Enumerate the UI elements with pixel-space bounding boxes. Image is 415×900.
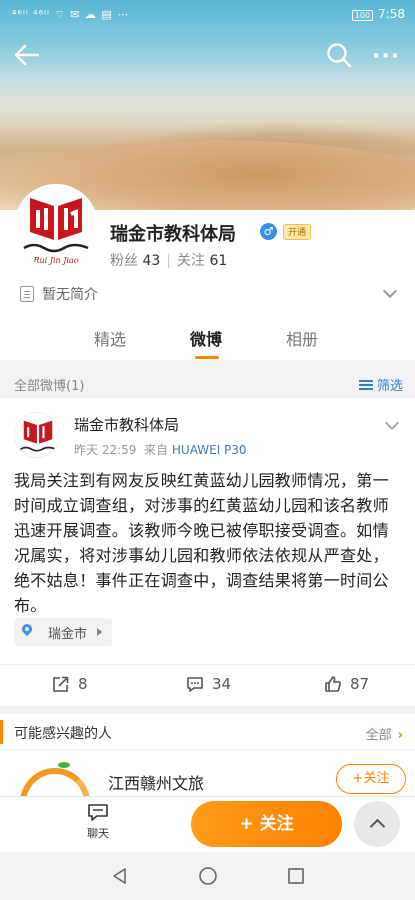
status-time: 7:58 — [378, 7, 405, 21]
thumbs-up-icon — [325, 676, 341, 692]
profile-badges: ♂ 开通 — [260, 221, 312, 240]
post-body: 我局关注到有网友反映红黄蓝幼儿园教师情况，第一时间成立调查组，对涉事的红黄蓝幼儿… — [14, 471, 389, 615]
chevron-right-icon — [97, 628, 103, 636]
status-icons: ⁴⁶ᴵˡ ⁴⁶ᴵˡ ⌔ ✉ ☁ ▤ ⋯ — [12, 8, 130, 21]
nav-home-icon[interactable] — [198, 866, 218, 886]
status-right: 100 7:58 — [351, 7, 405, 21]
suggestion-follow-button[interactable]: +关注 — [336, 764, 406, 794]
avatar[interactable]: Rui Jin Jiao — [14, 184, 98, 268]
avatar-caption: Rui Jin Jiao — [32, 256, 78, 265]
system-nav-bar — [0, 852, 415, 900]
profile-tabs: 精选 微博 相册 — [0, 320, 415, 360]
post-source-prefix: 来自 — [144, 443, 169, 457]
post-menu-chevron-icon[interactable] — [384, 415, 400, 431]
nav-back-icon[interactable] — [110, 866, 130, 886]
active-tab-indicator — [195, 356, 219, 359]
like-count: 87 — [350, 675, 370, 693]
section-accent-bar — [0, 720, 3, 744]
tab-weibo[interactable]: 微博 — [190, 326, 222, 350]
profile-name: 瑞金市教科体局 — [110, 224, 236, 245]
filter-icon — [358, 380, 373, 391]
location-label: 瑞金市 — [48, 626, 88, 642]
post-time: 昨天 22:59 — [74, 443, 137, 457]
post-meta: 昨天 22:59 来自 HUAWEI P30 — [74, 441, 247, 458]
suggestion-name[interactable]: 江西赣州文旅 — [108, 770, 204, 794]
chat-label: 聊天 — [87, 827, 109, 840]
post-author-name[interactable]: 瑞金市教科体局 — [74, 414, 179, 435]
back-arrow-icon[interactable] — [12, 40, 42, 70]
suggestions-all-link[interactable]: 全部 › — [366, 724, 403, 743]
tab-album[interactable]: 相册 — [286, 326, 318, 350]
document-icon — [20, 286, 34, 302]
chevron-right-icon: › — [397, 728, 403, 743]
weibo-post[interactable]: 瑞金市教科体局 昨天 22:59 来自 HUAWEI P30 我局关注到有网友反… — [0, 398, 415, 706]
post-author-avatar[interactable] — [14, 412, 60, 458]
following-label[interactable]: 关注 — [177, 253, 205, 269]
repost-button[interactable]: 8 — [52, 675, 88, 693]
male-icon: ♂ — [260, 223, 277, 240]
post-actions: 8 34 87 — [0, 664, 415, 700]
bottom-action-bar: 聊天 + 关注 — [0, 796, 415, 852]
stats-divider: | — [166, 253, 171, 269]
posts-section-header: 全部微博(1) 筛选 — [0, 366, 415, 398]
comment-icon — [187, 677, 203, 692]
profile-bio[interactable]: 暂无简介 — [20, 284, 98, 304]
repost-count: 8 — [78, 675, 88, 693]
comment-count: 34 — [212, 675, 232, 693]
post-device[interactable]: HUAWEI P30 — [172, 443, 247, 457]
battery-icon: 100 — [351, 10, 374, 21]
comment-button[interactable]: 34 — [186, 675, 231, 693]
like-button[interactable]: 87 — [324, 675, 369, 693]
profile-card: Rui Jin Jiao 瑞金市教科体局 ♂ 开通 粉丝 43 | 关注 61 暂无简… — [0, 184, 415, 360]
nav-recents-icon[interactable] — [286, 866, 306, 886]
vip-badge[interactable]: 开通 — [283, 223, 312, 240]
location-pin-icon — [22, 626, 34, 638]
chat-button[interactable]: 聊天 — [78, 803, 118, 841]
fans-count[interactable]: 43 — [142, 253, 160, 269]
search-icon[interactable] — [324, 40, 354, 70]
suggestion-avatar[interactable] — [20, 762, 90, 796]
chat-icon — [88, 804, 108, 821]
chevron-down-icon[interactable] — [382, 283, 398, 299]
fans-label[interactable]: 粉丝 — [110, 253, 138, 269]
suggestions-title: 可能感兴趣的人 — [14, 726, 112, 742]
following-count[interactable]: 61 — [209, 253, 227, 269]
tab-featured[interactable]: 精选 — [94, 326, 126, 350]
location-tag[interactable]: 瑞金市 — [14, 618, 113, 646]
follow-button[interactable]: + 关注 — [191, 801, 342, 847]
scroll-top-button[interactable] — [354, 801, 400, 847]
bio-text: 暂无简介 — [42, 287, 98, 303]
repost-icon — [53, 676, 69, 692]
posts-count-title: 全部微博(1) — [14, 379, 85, 394]
more-menu-icon[interactable]: ··· — [372, 44, 400, 69]
profile-banner — [0, 0, 415, 210]
filter-button[interactable]: 筛选 — [358, 375, 403, 394]
filter-label: 筛选 — [376, 379, 403, 394]
status-bar: ⁴⁶ᴵˡ ⁴⁶ᴵˡ ⌔ ✉ ☁ ▤ ⋯ 100 7:58 — [0, 0, 415, 30]
suggestions-header: 可能感兴趣的人 全部 › — [0, 714, 415, 750]
suggestion-item[interactable]: 江西赣州文旅 +关注 — [0, 750, 415, 796]
profile-stats: 粉丝 43 | 关注 61 — [110, 250, 227, 270]
